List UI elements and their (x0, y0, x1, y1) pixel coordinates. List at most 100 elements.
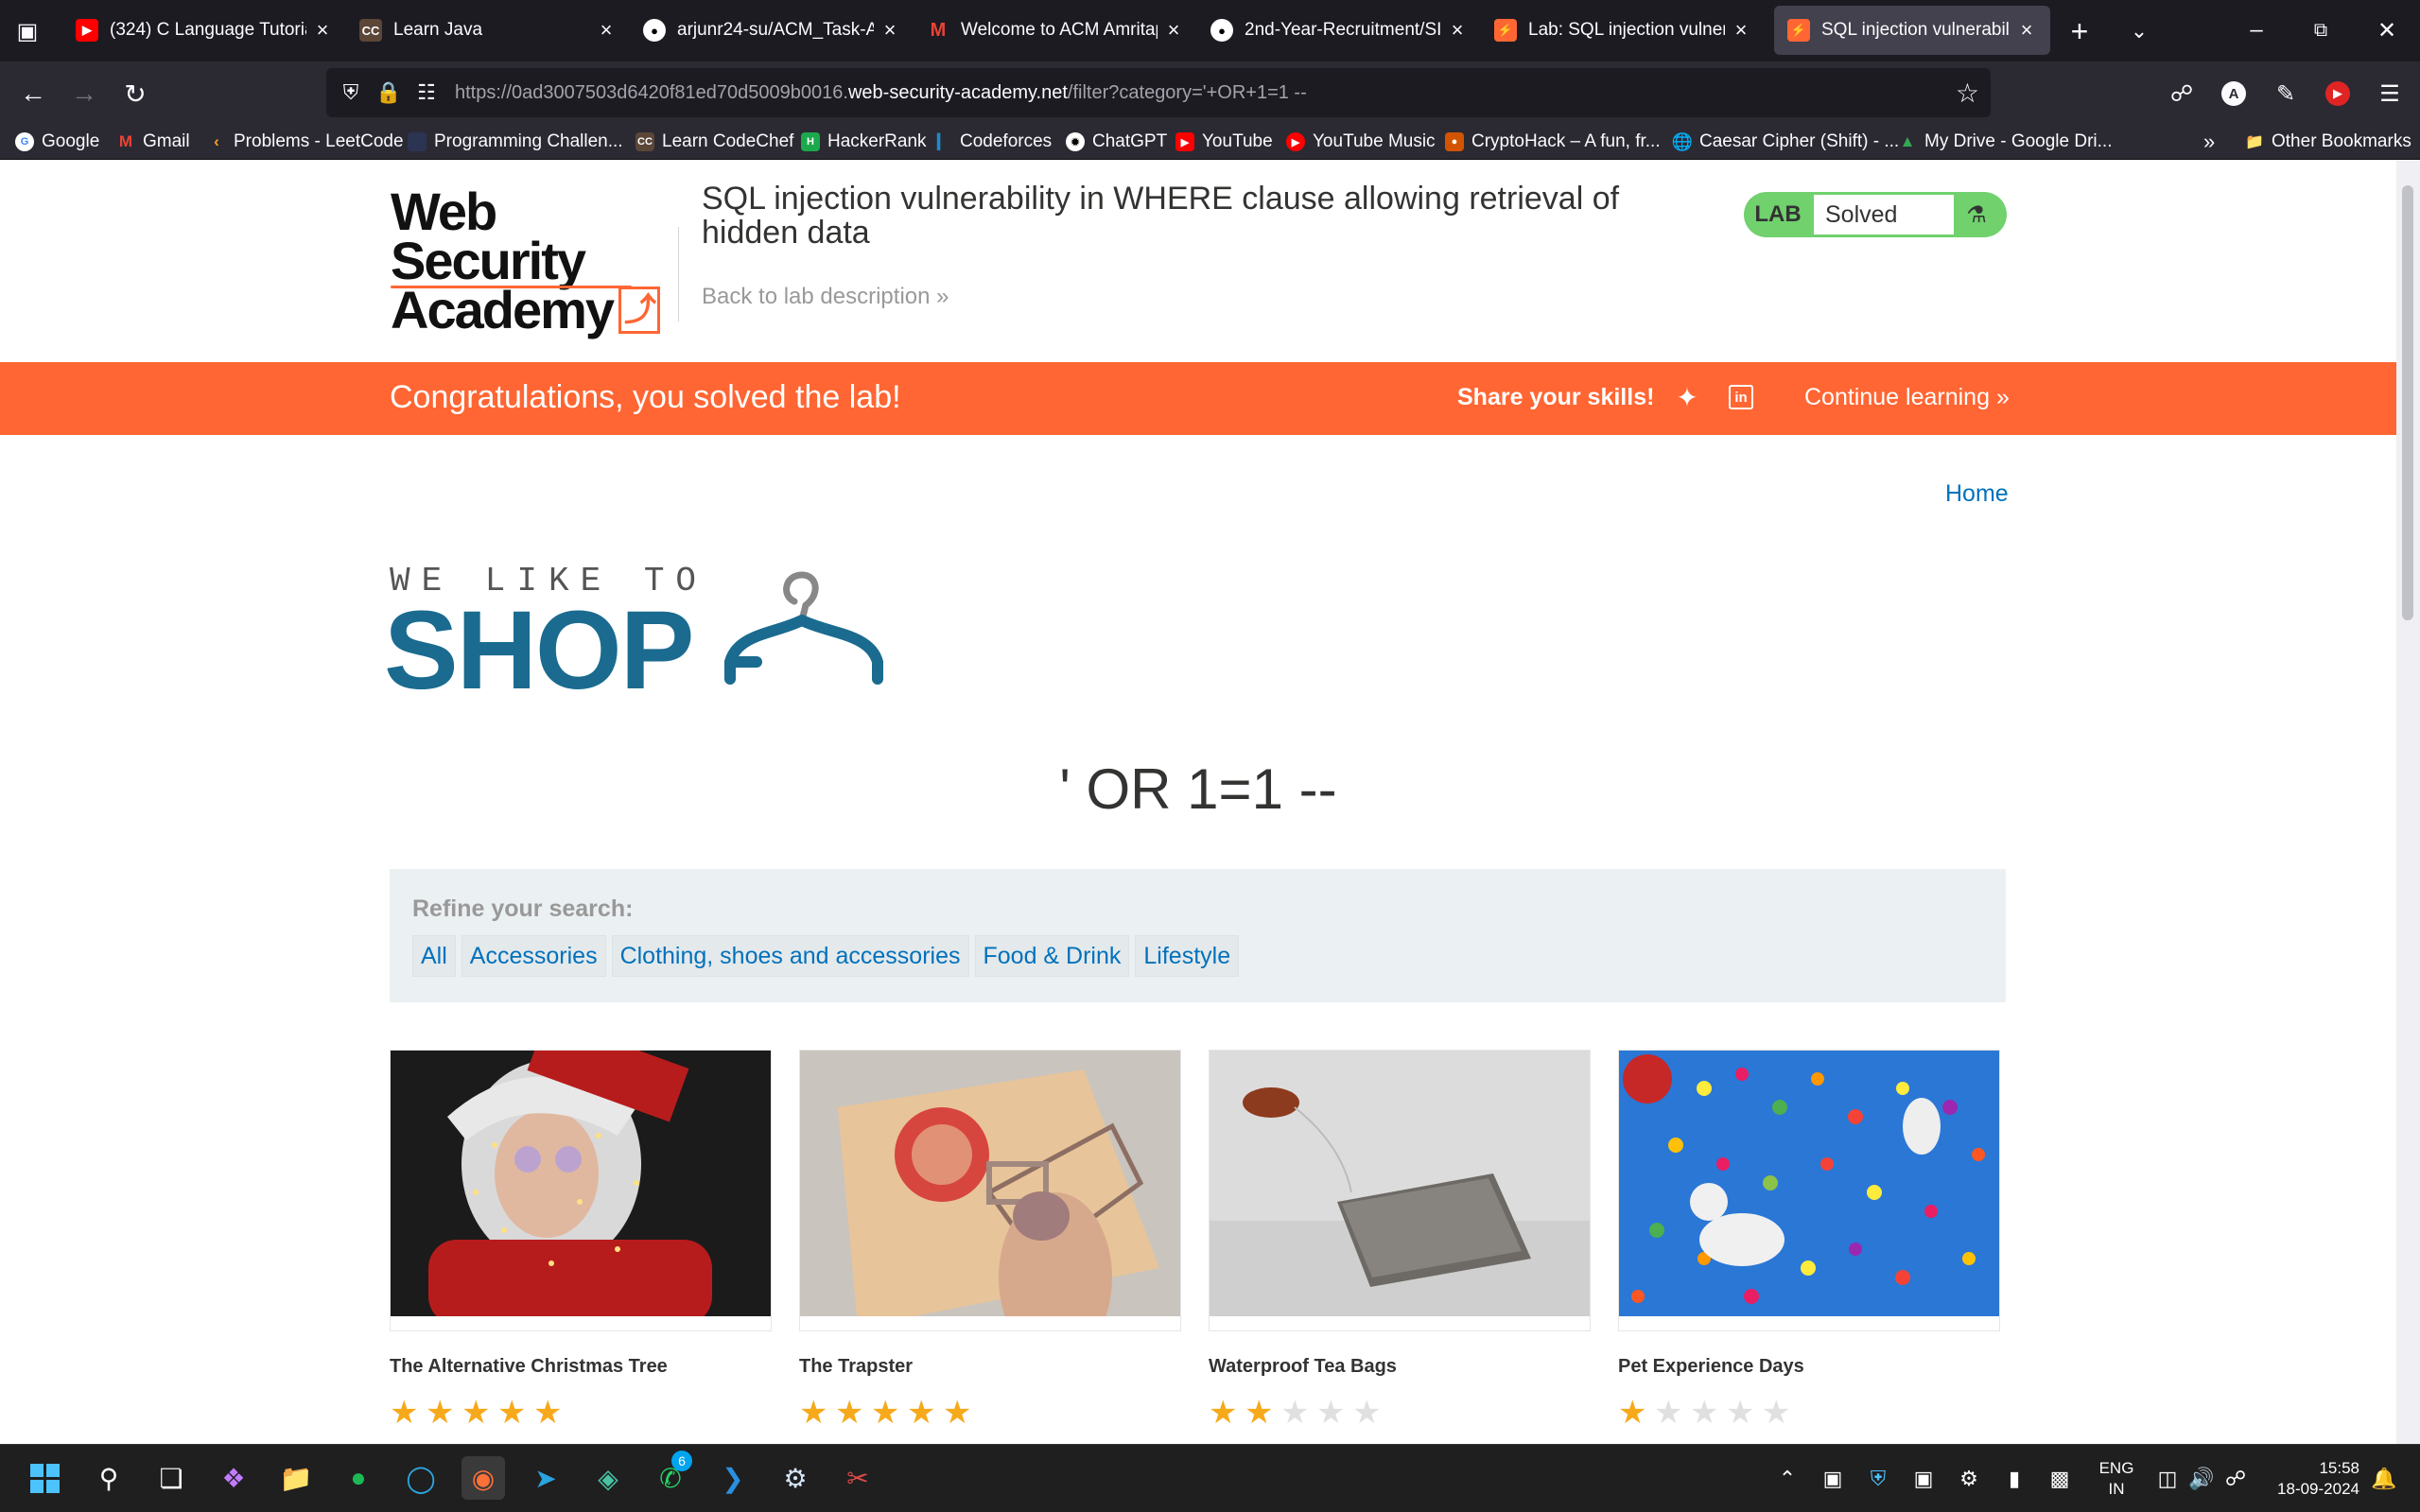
home-link[interactable]: Home (1945, 480, 2009, 508)
tab-c-tutorial[interactable]: ▶ (324) C Language Tutorial f × (62, 6, 346, 55)
volume-icon[interactable]: 🔊 (2186, 1464, 2217, 1494)
bookmark-caesar-cipher[interactable]: 🌐 Caesar Cipher (Shift) - ... (1672, 128, 1899, 156)
close-icon[interactable]: × (1447, 18, 1468, 43)
product-card[interactable]: Waterproof Tea Bags ★ ★ ★ ★ ★ (1209, 1050, 1591, 1429)
twitter-icon[interactable]: ✦ (1672, 382, 1702, 412)
linkedin-icon[interactable]: in (1726, 382, 1756, 412)
forward-arrow-icon[interactable]: → (64, 74, 104, 113)
bookmark-programming-challenges[interactable]: Programming Challen... (408, 128, 623, 156)
search-icon[interactable]: ⚲ (87, 1456, 131, 1500)
tab-gmail-acm[interactable]: M Welcome to ACM Amritapu × (914, 6, 1197, 55)
chevron-up-icon[interactable]: ⌃ (1772, 1464, 1802, 1494)
product-card[interactable]: The Trapster ★ ★ ★ ★ ★ (799, 1050, 1181, 1429)
tab-list-icon[interactable]: ▣ (9, 13, 45, 49)
back-arrow-icon[interactable]: ← (13, 74, 53, 113)
filter-clothing[interactable]: Clothing, shoes and accessories (611, 935, 969, 977)
tab-lab-description[interactable]: ⚡ Lab: SQL injection vulnerab × (1481, 6, 1765, 55)
steam-icon[interactable]: ⚙ (774, 1456, 817, 1500)
clock[interactable]: 15:58 18-09-2024 (2265, 1458, 2359, 1500)
language-indicator[interactable]: ENG IN (2098, 1458, 2135, 1500)
tab-sql-injection-active[interactable]: ⚡ SQL injection vulnerability i × (1774, 6, 2050, 55)
product-name[interactable]: The Alternative Christmas Tree (390, 1356, 772, 1378)
close-icon[interactable]: × (312, 18, 333, 43)
scrollbar-thumb[interactable] (2402, 185, 2413, 620)
spotify-icon[interactable]: ● (337, 1456, 380, 1500)
close-icon[interactable]: × (879, 18, 900, 43)
product-image-pet-experience[interactable] (1619, 1051, 1999, 1316)
battery-icon[interactable]: ☍ (2220, 1464, 2251, 1494)
firefox-icon[interactable]: ◉ (461, 1456, 505, 1500)
product-image-tea-bags[interactable] (1210, 1051, 1590, 1316)
bookmark-youtube[interactable]: ▶ YouTube (1175, 128, 1273, 156)
youtube-extension-icon[interactable]: ▶ (2322, 78, 2354, 110)
new-tab-button[interactable]: + (2062, 13, 2098, 49)
chevron-down-icon[interactable]: ⌄ (2121, 13, 2157, 49)
close-icon[interactable]: × (2016, 18, 2037, 43)
filter-lifestyle[interactable]: Lifestyle (1135, 935, 1240, 977)
product-image-trapster[interactable] (800, 1051, 1180, 1363)
tray-app-icon[interactable]: ▣ (1908, 1464, 1939, 1494)
close-icon[interactable]: × (1731, 18, 1751, 43)
product-image-christmas-tree[interactable] (391, 1017, 771, 1325)
usb-icon[interactable]: ▮ (1999, 1464, 2029, 1494)
telegram-icon[interactable]: ➤ (524, 1456, 567, 1500)
web-security-academy-logo[interactable]: Web Security Academy ⤴ (391, 185, 674, 337)
bookmark-chatgpt[interactable]: ✹ ChatGPT (1066, 128, 1167, 156)
task-view-icon[interactable]: ❏ (149, 1456, 193, 1500)
product-name[interactable]: The Trapster (799, 1356, 1181, 1378)
continue-learning-link[interactable]: Continue learning » (1804, 384, 2010, 411)
minimize-button[interactable]: – (2228, 9, 2285, 51)
bookmark-google-drive[interactable]: ▲ My Drive - Google Dri... (1898, 128, 2113, 156)
bookmark-leetcode[interactable]: ‹ Problems - LeetCode (207, 128, 403, 156)
copilot-icon[interactable]: ❖ (212, 1456, 255, 1500)
filter-food-drink[interactable]: Food & Drink (974, 935, 1130, 977)
restore-button[interactable]: ⧉ (2292, 9, 2349, 51)
bookmark-gmail[interactable]: M Gmail (116, 128, 190, 156)
account-icon[interactable]: A (2218, 78, 2250, 110)
product-card[interactable]: The Alternative Christmas Tree ★ ★ ★ ★ ★ (390, 1017, 772, 1429)
edge-icon[interactable]: ◯ (399, 1456, 443, 1500)
product-name[interactable]: Waterproof Tea Bags (1209, 1356, 1591, 1378)
bookmark-learn-codechef[interactable]: CC Learn CodeChef (635, 128, 793, 156)
shield-icon[interactable]: ⛨ (332, 80, 370, 105)
close-window-button[interactable]: ✕ (2359, 9, 2415, 51)
alienware-icon[interactable]: ◈ (586, 1456, 630, 1500)
bookmark-star-icon[interactable]: ☆ (1956, 78, 1979, 109)
url-bar[interactable]: ⛨ 🔒 ☷ https://0ad3007503d6420f81ed70d500… (326, 68, 1991, 117)
close-icon[interactable]: × (596, 18, 617, 43)
display-icon[interactable]: ▩ (2045, 1464, 2075, 1494)
bookmark-codeforces[interactable]: ▎ Codeforces (933, 128, 1052, 156)
pocket-icon[interactable]: ☍ (2166, 78, 2198, 110)
tab-github-recruitment[interactable]: ● 2nd-Year-Recruitment/SIG × (1197, 6, 1481, 55)
bookmark-google[interactable]: G Google (15, 128, 99, 156)
windows-start-icon[interactable] (23, 1456, 66, 1500)
page-scrollbar[interactable] (2396, 161, 2420, 1444)
other-bookmarks[interactable]: 📁 Other Bookmarks (2245, 128, 2411, 156)
menu-icon[interactable]: ☰ (2374, 78, 2406, 110)
network-icon[interactable]: ◫ (2152, 1464, 2183, 1494)
bookmark-cryptohack[interactable]: ● CryptoHack – A fun, fr... (1445, 128, 1661, 156)
bookmark-youtube-music[interactable]: ▶ YouTube Music (1286, 128, 1436, 156)
back-to-lab-description-link[interactable]: Back to lab description » (702, 284, 949, 310)
tab-learn-java[interactable]: CC Learn Java × (346, 6, 630, 55)
tray-app-icon[interactable]: ▣ (1818, 1464, 1848, 1494)
snipping-tool-icon[interactable]: ✂ (836, 1456, 879, 1500)
steam-tray-icon[interactable]: ⚙ (1954, 1464, 1984, 1494)
notifications-icon[interactable]: 🔔 (2369, 1464, 2399, 1494)
defender-icon[interactable]: ⛨ (1863, 1464, 1893, 1494)
more-bookmarks-chevron-icon[interactable]: » (2203, 128, 2215, 156)
vscode-icon[interactable]: ❯ (711, 1456, 755, 1500)
lock-icon[interactable]: 🔒 (370, 80, 408, 105)
tab-github-acm-task[interactable]: ● arjunr24-su/ACM_Task-Arju × (630, 6, 914, 55)
extensions-icon[interactable]: ✎ (2270, 78, 2302, 110)
permissions-icon[interactable]: ☷ (408, 80, 445, 105)
product-card[interactable]: Pet Experience Days ★ ★ ★ ★ ★ (1618, 1050, 2000, 1429)
url-text[interactable]: https://0ad3007503d6420f81ed70d5009b0016… (455, 82, 1307, 104)
reload-icon[interactable]: ↻ (115, 74, 155, 113)
close-icon[interactable]: × (1163, 18, 1184, 43)
file-explorer-icon[interactable]: 📁 (274, 1456, 318, 1500)
filter-accessories[interactable]: Accessories (461, 935, 606, 977)
product-name[interactable]: Pet Experience Days (1618, 1356, 2000, 1378)
filter-all[interactable]: All (412, 935, 456, 977)
bookmark-hackerrank[interactable]: H HackerRank (801, 128, 927, 156)
